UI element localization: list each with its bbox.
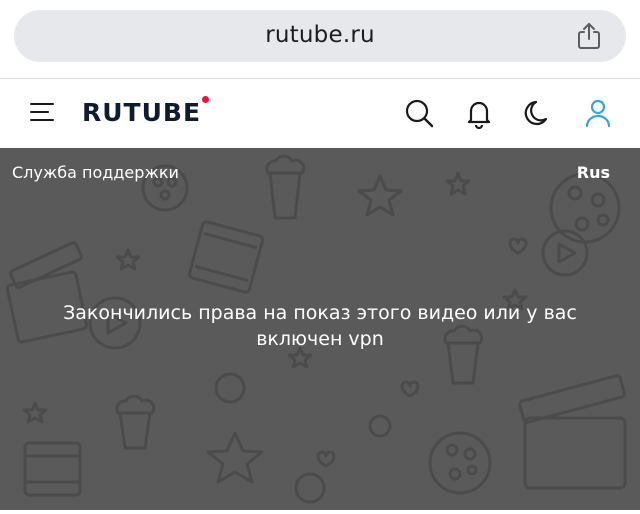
- logo-dot: [202, 96, 210, 103]
- bottom-strip: [0, 510, 640, 514]
- video-player[interactable]: Служба поддержки Rus Закончились права н…: [0, 148, 640, 510]
- url-text[interactable]: rutube.ru: [14, 22, 626, 48]
- browser-address-area: rutube.ru: [0, 0, 640, 78]
- site-header: RUTUBE: [0, 79, 640, 148]
- logo-text: RUTUBE: [82, 98, 202, 127]
- support-link[interactable]: Служба поддержки: [12, 163, 179, 182]
- user-icon[interactable]: [582, 97, 614, 129]
- address-bar[interactable]: rutube.ru: [14, 10, 626, 62]
- moon-icon[interactable]: [522, 97, 554, 129]
- error-message: Закончились права на показ этого видео и…: [63, 302, 577, 350]
- rutube-logo[interactable]: RUTUBE: [82, 96, 210, 128]
- share-icon[interactable]: [574, 21, 604, 51]
- search-icon[interactable]: [403, 97, 435, 129]
- menu-icon[interactable]: [30, 101, 54, 123]
- language-switch[interactable]: Rus: [577, 163, 610, 182]
- bell-icon[interactable]: [463, 97, 495, 129]
